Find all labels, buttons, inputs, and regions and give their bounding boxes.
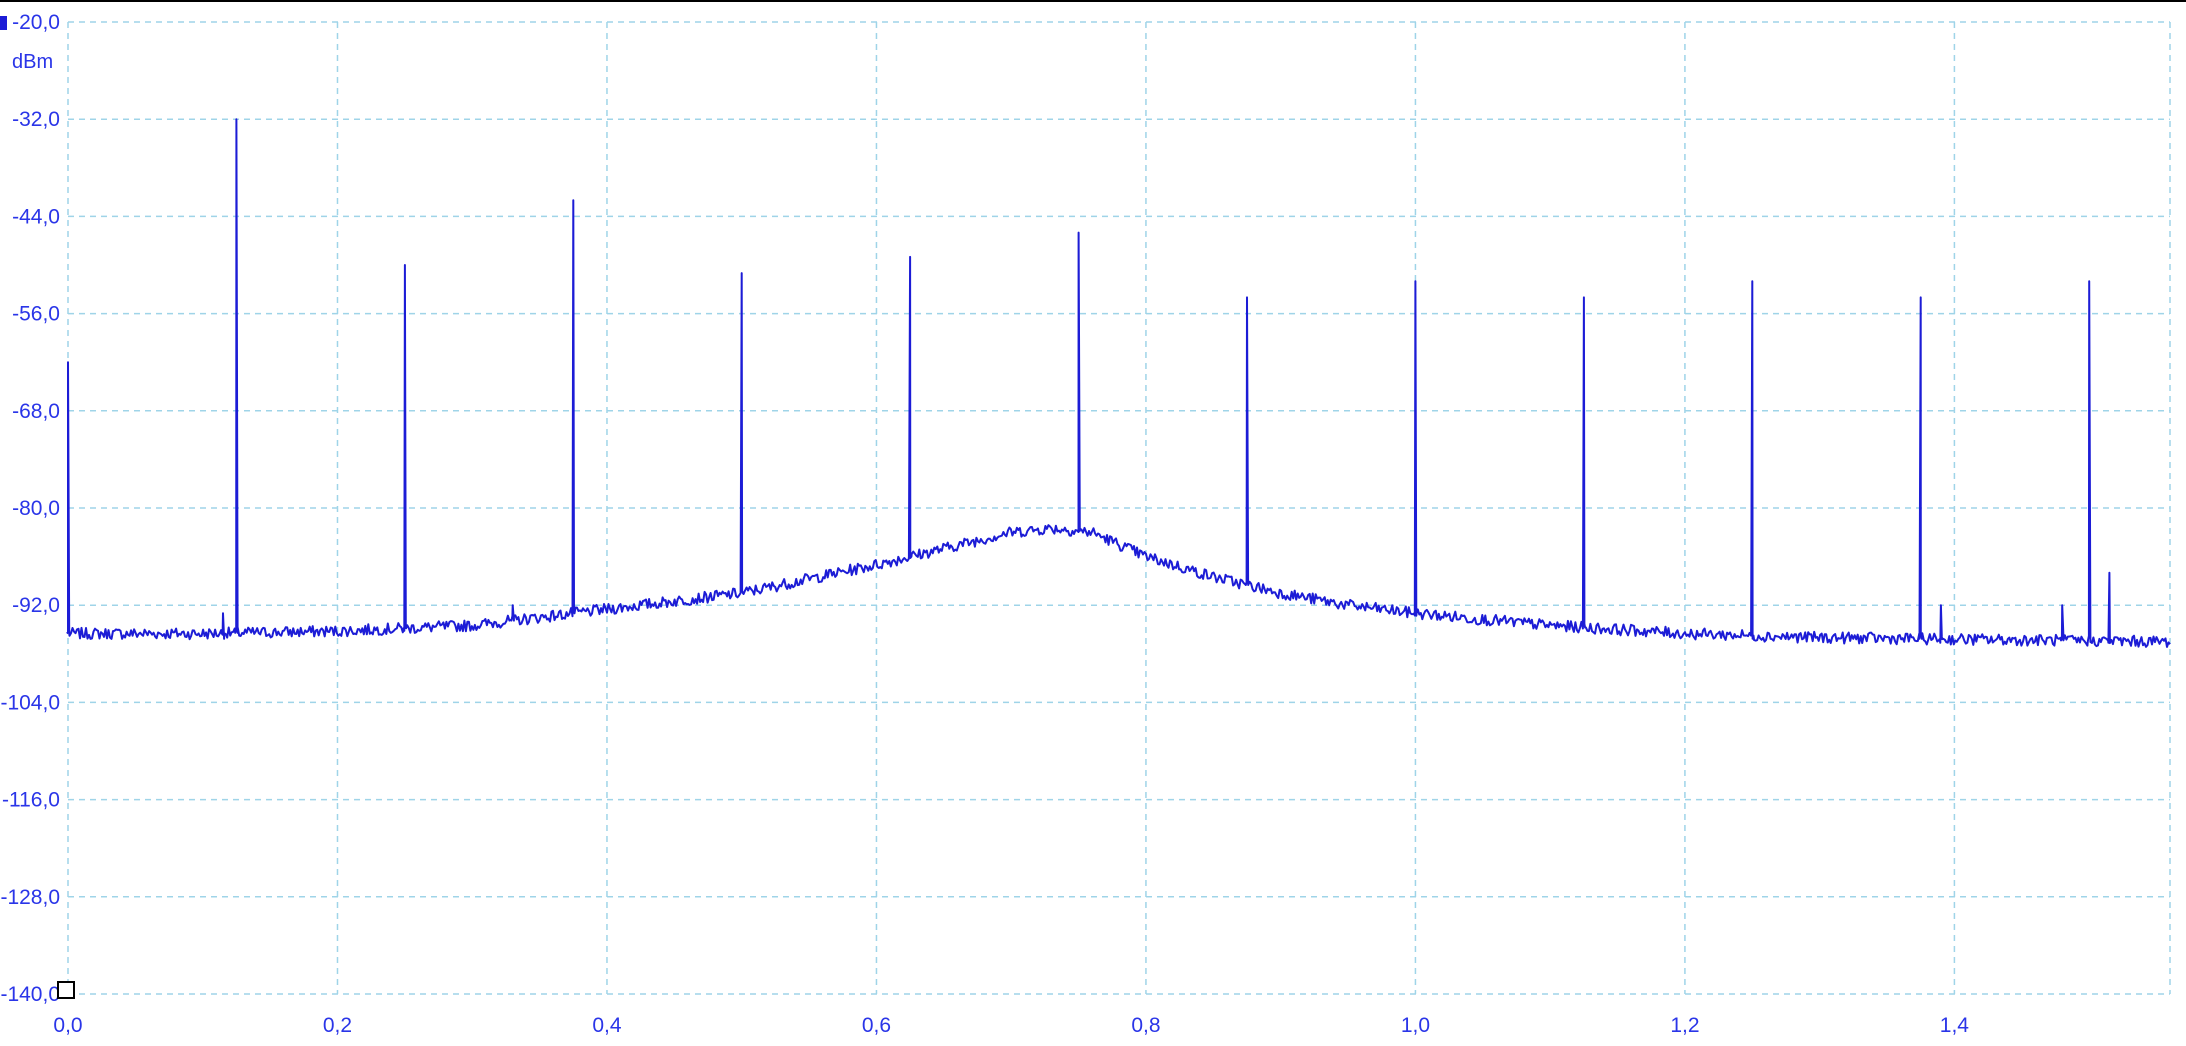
y-tick-label: -80,0 <box>12 497 60 520</box>
x-tick-label: 1,4 <box>1940 1014 1970 1037</box>
y-grid <box>68 21 2170 995</box>
y-tick-label: -68,0 <box>12 400 60 423</box>
x-tick-label: 0,8 <box>1131 1014 1160 1037</box>
y-tick-label: -92,0 <box>12 594 60 617</box>
y-tick-label: -128,0 <box>0 886 60 909</box>
x-tick-label: 1,2 <box>1670 1014 1699 1037</box>
x-tick-label: 0,6 <box>862 1014 891 1037</box>
y-tick-label: -56,0 <box>12 303 60 326</box>
x-axis-labels: 0,0 0,2 0,4 0,6 0,8 1,0 1,2 1,4 <box>53 1014 1969 1037</box>
origin-handle[interactable] <box>57 981 75 999</box>
y-tick-label: -20,0 <box>12 11 60 34</box>
spectrum-chart: -20,0 -32,0 -44,0 -56,0 -68,0 -80,0 -92,0 -104,… <box>0 0 2186 1037</box>
y-axis-labels: -20,0 -32,0 -44,0 -56,0 -68,0 -80,0 -92,0 -104,… <box>0 11 60 1006</box>
x-tick-label: 0,4 <box>592 1014 622 1037</box>
y-tick-label: -116,0 <box>2 789 60 812</box>
y-axis-unit: dBm <box>12 51 53 73</box>
x-tick-label: 0,0 <box>53 1014 82 1037</box>
y-tick-label: -140,0 <box>0 983 60 1006</box>
y-tick-label: -32,0 <box>12 108 60 131</box>
x-tick-label: 0,2 <box>323 1014 352 1037</box>
y-tick-label: -104,0 <box>0 691 60 714</box>
y-tick-label: -44,0 <box>12 205 60 228</box>
spectrum-trace <box>66 118 2171 648</box>
reference-marker[interactable] <box>0 16 7 30</box>
x-tick-label: 1,0 <box>1401 1014 1430 1037</box>
